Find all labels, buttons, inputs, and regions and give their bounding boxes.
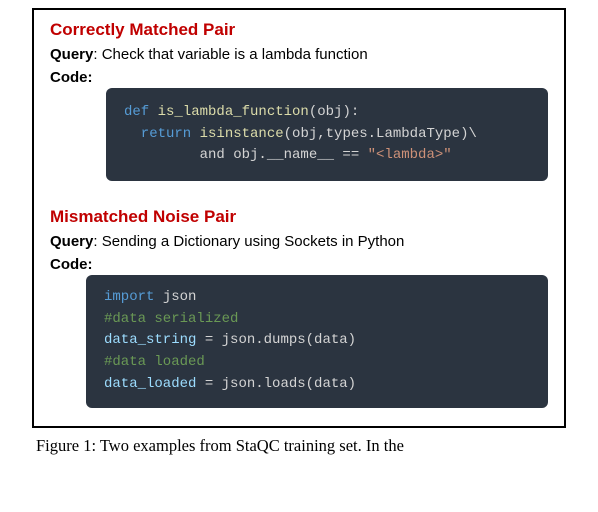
mismatch-pair-title: Mismatched Noise Pair	[50, 207, 548, 227]
query-label-1: Query	[50, 46, 93, 63]
code-block-2: import json #data serialized data_string…	[86, 275, 548, 407]
query-line-2: Query: Sending a Dictionary using Socket…	[50, 233, 548, 250]
code-block-1: def is_lambda_function(obj): return isin…	[106, 88, 548, 181]
figure-box: Correctly Matched Pair Query: Check that…	[32, 8, 566, 428]
correct-pair-title: Correctly Matched Pair	[50, 20, 548, 40]
query-label-2: Query	[50, 233, 93, 250]
figure-caption: Figure 1: Two examples from StaQC traini…	[32, 436, 566, 456]
code-label-1: Code:	[50, 69, 93, 86]
code-label-2: Code:	[50, 256, 93, 273]
query-line-1: Query: Check that variable is a lambda f…	[50, 46, 548, 63]
query-text-2: : Sending a Dictionary using Sockets in …	[93, 233, 404, 250]
query-text-1: : Check that variable is a lambda functi…	[93, 46, 367, 63]
